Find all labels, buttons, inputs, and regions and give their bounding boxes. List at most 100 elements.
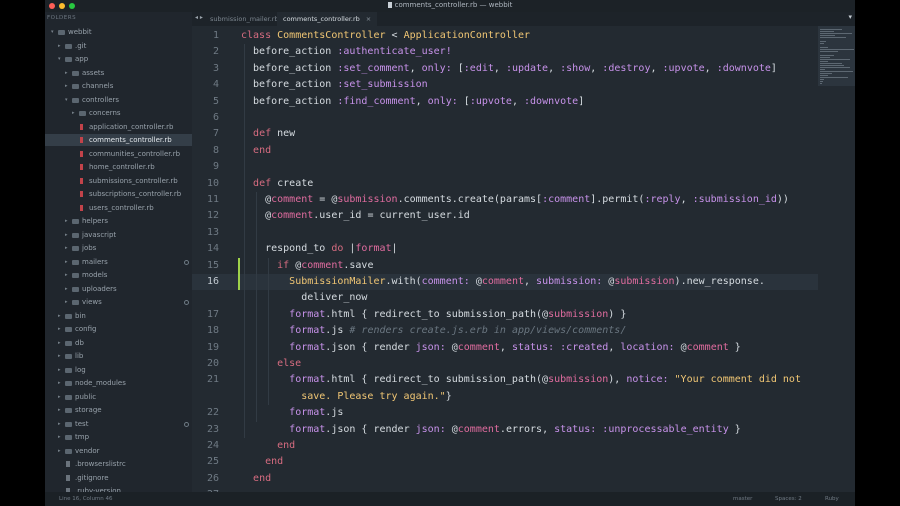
code-line[interactable]: 10 def create [192, 176, 818, 192]
chevron-right-icon[interactable]: ▸ [58, 391, 61, 403]
chevron-right-icon[interactable]: ▸ [58, 445, 61, 457]
code-line[interactable]: 15 if @comment.save [192, 258, 818, 274]
tab-nav-arrows[interactable]: ◂ ▸ [195, 14, 203, 21]
code-line[interactable]: 25 end [192, 454, 818, 470]
chevron-right-icon[interactable]: ▸ [58, 323, 61, 335]
sidebar-item-jobs[interactable]: ▸ jobs [45, 242, 192, 254]
chevron-right-icon[interactable]: ▸ [58, 377, 61, 389]
sidebar-item-submissions-controller-rb[interactable]: submissions_controller.rb [45, 175, 192, 187]
sidebar-item-controllers[interactable]: ▾ controllers [45, 94, 192, 106]
chevron-right-icon[interactable]: ▸ [65, 296, 68, 308]
minimap[interactable] [818, 26, 855, 492]
code-line[interactable]: 8 end [192, 143, 818, 159]
chevron-right-icon[interactable]: ▸ [72, 107, 75, 119]
code-line[interactable]: save. Please try again."} [192, 389, 818, 405]
sidebar-item-log[interactable]: ▸ log [45, 364, 192, 376]
indentation[interactable]: Spaces: 2 [775, 492, 802, 506]
chevron-down-icon[interactable]: ▾ [58, 53, 61, 65]
chevron-right-icon[interactable]: ▸ [58, 404, 61, 416]
chevron-right-icon[interactable]: ▸ [58, 310, 61, 322]
code-line[interactable]: 18 format.js # renders create.js.erb in … [192, 323, 818, 339]
sidebar-item-javascript[interactable]: ▸ javascript [45, 229, 192, 241]
code-line[interactable]: 2 before_action :authenticate_user! [192, 44, 818, 60]
code-line[interactable]: 12 @comment.user_id = current_user.id [192, 208, 818, 224]
sidebar-item-assets[interactable]: ▸ assets [45, 67, 192, 79]
code-line[interactable]: 7 def new [192, 126, 818, 142]
code-line[interactable]: 6 [192, 110, 818, 126]
code-line[interactable]: 16 SubmissionMailer.with(comment: @comme… [192, 274, 818, 291]
code-line[interactable]: 20 else [192, 356, 818, 372]
syntax-mode[interactable]: Ruby [825, 492, 839, 506]
code-line[interactable]: 26 end [192, 471, 818, 487]
sidebar-item-vendor[interactable]: ▸ vendor [45, 445, 192, 457]
chevron-right-icon[interactable]: ▸ [58, 418, 61, 430]
chevron-down-icon[interactable]: ▾ [51, 26, 54, 38]
code-line[interactable]: 4 before_action :set_submission [192, 77, 818, 93]
code-line[interactable]: 5 before_action :find_comment, only: [:u… [192, 94, 818, 110]
code-line[interactable]: 1 class CommentsController < ApplicationC… [192, 28, 818, 44]
sidebar-item-uploaders[interactable]: ▸ uploaders [45, 283, 192, 295]
sidebar-item-comments-controller-rb[interactable]: comments_controller.rb [45, 134, 192, 146]
code-line[interactable]: 14 respond_to do |format| [192, 241, 818, 257]
sidebar-item-channels[interactable]: ▸ channels [45, 80, 192, 92]
code-token: .user_id = current_user.id [313, 210, 470, 222]
code-line[interactable]: 24 end [192, 438, 818, 454]
chevron-down-icon[interactable]: ▾ [848, 13, 852, 21]
code-line[interactable]: 11 @comment = @submission.comments.creat… [192, 192, 818, 208]
close-icon[interactable]: × [366, 15, 371, 23]
code-line[interactable]: 19 format.json { render json: @comment, … [192, 340, 818, 356]
chevron-right-icon[interactable]: ▸ [65, 215, 68, 227]
sidebar-item-lib[interactable]: ▸ lib [45, 350, 192, 362]
sidebar-item-node-modules[interactable]: ▸ node_modules [45, 377, 192, 389]
sidebar-item-mailers[interactable]: ▸ mailers [45, 256, 192, 268]
chevron-down-icon[interactable]: ▾ [65, 94, 68, 106]
sidebar-item-db[interactable]: ▸ db [45, 337, 192, 349]
sidebar-item-bin[interactable]: ▸ bin [45, 310, 192, 322]
tab-submission-mailer[interactable]: submission_mailer.rb [204, 12, 285, 26]
chevron-right-icon[interactable]: ▸ [58, 350, 61, 362]
sidebar-item-home-controller-rb[interactable]: home_controller.rb [45, 161, 192, 173]
code-line[interactable]: deliver_now [192, 290, 818, 306]
code-line[interactable]: 22 format.js [192, 405, 818, 421]
sidebar-item-test[interactable]: ▸ test [45, 418, 192, 430]
code-token: )) [776, 194, 789, 205]
tab-comments-controller[interactable]: comments_controller.rb × [277, 12, 378, 26]
sidebar-item-git[interactable]: ▸ .git [45, 40, 192, 52]
code-line[interactable]: 9 [192, 159, 818, 175]
chevron-right-icon[interactable]: ▸ [58, 337, 61, 349]
code-line[interactable]: 13 [192, 225, 818, 241]
chevron-right-icon[interactable]: ▸ [58, 364, 61, 376]
chevron-right-icon[interactable]: ▸ [65, 229, 68, 241]
sidebar-item-public[interactable]: ▸ public [45, 391, 192, 403]
sidebar-item-storage[interactable]: ▸ storage [45, 404, 192, 416]
sidebar-item-app[interactable]: ▾ app [45, 53, 192, 65]
code-line[interactable]: 21 format.html { redirect_to submission_… [192, 372, 818, 388]
chevron-right-icon[interactable]: ▸ [65, 269, 68, 281]
sidebar-item-tmp[interactable]: ▸ tmp [45, 431, 192, 443]
chevron-right-icon[interactable]: ▸ [65, 67, 68, 79]
sidebar-item-subscriptions-controller-rb[interactable]: subscriptions_controller.rb [45, 188, 192, 200]
sidebar-item-helpers[interactable]: ▸ helpers [45, 215, 192, 227]
sidebar-item-gitignore[interactable]: .gitignore [45, 472, 192, 484]
sidebar-item-views[interactable]: ▸ views [45, 296, 192, 308]
git-branch[interactable]: master [733, 492, 752, 506]
code-editor[interactable]: 1 class CommentsController < ApplicationC… [192, 26, 818, 492]
code-line[interactable]: 3 before_action :set_comment, only: [:ed… [192, 61, 818, 77]
sidebar-item-concerns[interactable]: ▸ concerns [45, 107, 192, 119]
chevron-right-icon[interactable]: ▸ [65, 283, 68, 295]
chevron-right-icon[interactable]: ▸ [58, 40, 61, 52]
sidebar-item-communities-controller-rb[interactable]: communities_controller.rb [45, 148, 192, 160]
code-line[interactable]: 17 format.html { redirect_to submission_… [192, 307, 818, 323]
sidebar-item-application-controller-rb[interactable]: application_controller.rb [45, 121, 192, 133]
sidebar-item-models[interactable]: ▸ models [45, 269, 192, 281]
chevron-right-icon[interactable]: ▸ [65, 80, 68, 92]
chevron-right-icon[interactable]: ▸ [58, 431, 61, 443]
code-line[interactable]: 23 format.json { render json: @comment.e… [192, 422, 818, 438]
chevron-right-icon[interactable]: ▸ [65, 242, 68, 254]
sidebar-item-webbit[interactable]: ▾ webbit [45, 26, 192, 38]
chevron-right-icon[interactable]: ▸ [65, 256, 68, 268]
sidebar-item-config[interactable]: ▸ config [45, 323, 192, 335]
minimap-line [820, 61, 828, 63]
sidebar-item-browserslistrc[interactable]: .browserslistrc [45, 458, 192, 470]
sidebar-item-users-controller-rb[interactable]: users_controller.rb [45, 202, 192, 214]
